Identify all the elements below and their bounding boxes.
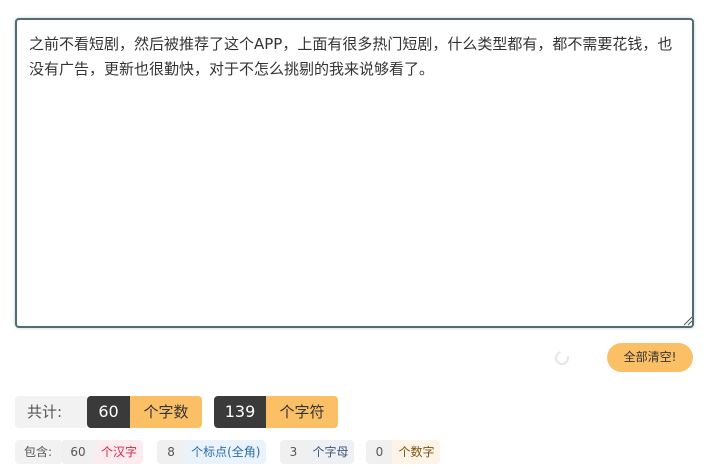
- digit-count-tag: 0 个数字: [366, 440, 441, 464]
- punct-count-label: 个标点(全角): [185, 440, 267, 464]
- symbol-count-unit: 个字符: [266, 396, 338, 428]
- clear-all-button[interactable]: 全部清空!: [607, 343, 693, 372]
- digit-count-value: 0: [366, 440, 393, 464]
- punct-count-value: 8: [157, 440, 186, 464]
- letter-count-tag: 3 个字母: [280, 440, 355, 464]
- hanzi-count-value: 60: [61, 440, 96, 464]
- loading-spinner-icon: [552, 348, 572, 368]
- char-count-pill: 60 个字数: [87, 396, 202, 428]
- totals-label: 共计:: [15, 396, 87, 428]
- hanzi-count-label: 个汉字: [95, 440, 144, 464]
- totals-bar: 共计: 60 个字数 139 个字符: [15, 396, 338, 428]
- symbol-count-value: 139: [214, 396, 266, 428]
- breakdown-label: 包含:: [15, 440, 62, 464]
- breakdown-bar: 包含: 60 个汉字 8 个标点(全角) 3 个字母 0 个数字: [15, 440, 441, 464]
- punct-count-tag: 8 个标点(全角): [157, 440, 267, 464]
- symbol-count-pill: 139 个字符: [214, 396, 338, 428]
- resize-grip-icon[interactable]: [683, 316, 693, 326]
- char-count-value: 60: [87, 396, 130, 428]
- letter-count-value: 3: [280, 440, 307, 464]
- char-count-unit: 个字数: [130, 396, 202, 428]
- hanzi-count-tag: 60 个汉字: [61, 440, 144, 464]
- text-input[interactable]: 之前不看短剧，然后被推荐了这个APP，上面有很多热门短剧，什么类型都有，都不需要…: [15, 18, 694, 328]
- digit-count-label: 个数字: [392, 440, 441, 464]
- letter-count-label: 个字母: [306, 440, 355, 464]
